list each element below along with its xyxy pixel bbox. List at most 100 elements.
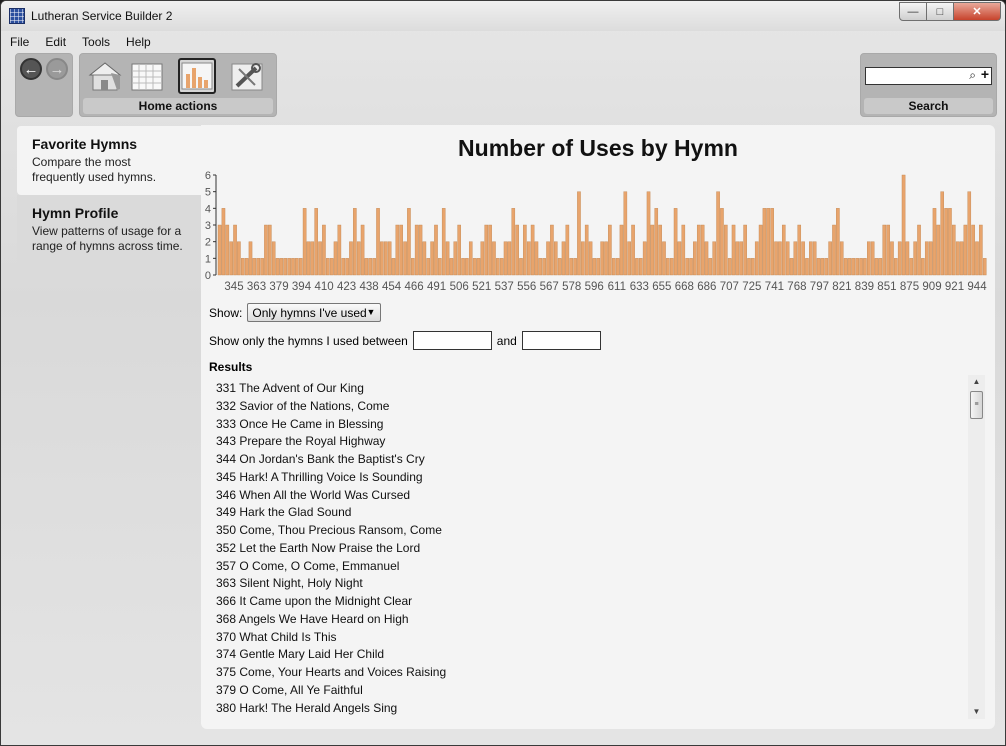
bar[interactable] — [662, 241, 666, 276]
bar[interactable] — [457, 224, 461, 276]
bar[interactable] — [523, 224, 527, 276]
bar[interactable] — [581, 241, 585, 276]
search-icon[interactable]: ⌕ — [969, 68, 976, 83]
bar[interactable] — [666, 258, 670, 276]
bar[interactable] — [828, 241, 832, 276]
bar[interactable] — [913, 241, 917, 276]
list-item[interactable]: 368 Angels We Have Heard on High — [216, 611, 956, 629]
bar[interactable] — [693, 241, 697, 276]
list-item[interactable]: 331 The Advent of Our King — [216, 380, 956, 398]
bar[interactable] — [515, 224, 519, 276]
bar[interactable] — [596, 258, 601, 276]
bar[interactable] — [407, 208, 411, 276]
bar[interactable] — [952, 224, 956, 276]
bar[interactable] — [237, 241, 241, 276]
bar[interactable] — [364, 258, 369, 276]
bar[interactable] — [573, 258, 577, 276]
bar[interactable] — [376, 208, 380, 276]
scroll-up-icon[interactable]: ▲ — [968, 375, 985, 389]
bar[interactable] — [411, 258, 415, 276]
bar[interactable] — [329, 258, 334, 276]
results-scrollbar[interactable]: ▲ ≡ ▼ — [968, 375, 985, 719]
scroll-thumb[interactable]: ≡ — [970, 391, 983, 419]
bar[interactable] — [979, 224, 983, 276]
bar[interactable] — [631, 224, 635, 276]
bar[interactable] — [851, 258, 856, 276]
home-button[interactable] — [86, 58, 124, 94]
bar[interactable] — [507, 241, 512, 276]
bar[interactable] — [356, 241, 361, 276]
bar[interactable] — [387, 241, 392, 276]
forward-button[interactable]: → — [46, 58, 68, 80]
bar[interactable] — [839, 241, 844, 276]
bar[interactable] — [438, 258, 442, 276]
bar[interactable] — [414, 224, 419, 276]
list-item[interactable]: 343 Prepare the Royal Highway — [216, 433, 956, 451]
bar[interactable] — [805, 258, 809, 276]
bar[interactable] — [542, 258, 546, 276]
bar[interactable] — [627, 241, 631, 276]
bar[interactable] — [847, 258, 852, 276]
bar[interactable] — [917, 224, 921, 276]
bar[interactable] — [890, 241, 894, 276]
bar[interactable] — [608, 224, 612, 276]
bar[interactable] — [751, 258, 755, 276]
bar[interactable] — [318, 241, 322, 276]
bar[interactable] — [650, 224, 655, 276]
bar[interactable] — [948, 208, 952, 276]
bar[interactable] — [878, 258, 883, 276]
list-item[interactable]: 350 Come, Thou Precious Ransom, Come — [216, 522, 956, 540]
bar[interactable] — [820, 258, 825, 276]
bar[interactable] — [623, 191, 628, 276]
list-item[interactable]: 345 Hark! A Thrilling Voice Is Sounding — [216, 469, 956, 487]
list-item[interactable]: 344 On Jordan's Bank the Baptist's Cry — [216, 451, 956, 469]
bar[interactable] — [519, 258, 523, 276]
bar[interactable] — [708, 258, 713, 276]
bar[interactable] — [260, 258, 264, 276]
bar[interactable] — [461, 258, 465, 276]
bar[interactable] — [434, 224, 438, 276]
bar[interactable] — [561, 241, 566, 276]
bar[interactable] — [959, 241, 964, 276]
bar[interactable] — [279, 258, 284, 276]
close-button[interactable]: ✕ — [954, 2, 1001, 21]
menu-file[interactable]: File — [1, 33, 36, 51]
bar[interactable] — [480, 241, 485, 276]
list-item[interactable]: 346 When All the World Was Cursed — [216, 487, 956, 505]
bar[interactable] — [673, 208, 678, 276]
list-item[interactable]: 379 O Come, All Ye Faithful — [216, 682, 956, 700]
bar[interactable] — [762, 208, 767, 276]
calendar-button[interactable] — [128, 58, 166, 94]
bar[interactable] — [639, 258, 643, 276]
bar[interactable] — [472, 258, 477, 276]
bar[interactable] — [696, 224, 701, 276]
bar[interactable] — [789, 258, 794, 276]
bar[interactable] — [256, 258, 261, 276]
bar[interactable] — [592, 258, 597, 276]
bar[interactable] — [944, 208, 948, 276]
bar[interactable] — [801, 241, 805, 276]
bar[interactable] — [816, 258, 821, 276]
bar[interactable] — [496, 258, 500, 276]
menu-edit[interactable]: Edit — [36, 33, 73, 51]
bar[interactable] — [955, 241, 960, 276]
bar[interactable] — [785, 241, 790, 276]
bar[interactable] — [372, 258, 376, 276]
bar[interactable] — [967, 191, 972, 276]
bar[interactable] — [635, 258, 639, 276]
list-item[interactable]: 357 O Come, O Come, Emmanuel — [216, 558, 956, 576]
bar[interactable] — [704, 241, 709, 276]
bar[interactable] — [870, 241, 875, 276]
bar[interactable] — [754, 241, 759, 276]
bar[interactable] — [874, 258, 879, 276]
bar[interactable] — [982, 258, 987, 276]
menu-tools[interactable]: Tools — [73, 33, 117, 51]
bar[interactable] — [855, 258, 859, 276]
bar[interactable] — [882, 224, 887, 276]
list-item[interactable]: 366 It Came upon the Midnight Clear — [216, 593, 956, 611]
list-item[interactable]: 380 Hark! The Herald Angels Sing — [216, 700, 956, 718]
bar[interactable] — [244, 258, 249, 276]
list-item[interactable]: 352 Let the Earth Now Praise the Lord — [216, 540, 956, 558]
bar[interactable] — [445, 241, 450, 276]
bar[interactable] — [758, 224, 763, 276]
